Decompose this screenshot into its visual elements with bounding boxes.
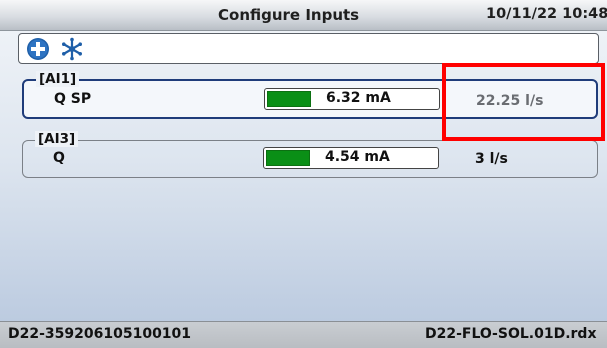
current-bar: 4.54 mA bbox=[263, 147, 439, 169]
page-title: Configure Inputs bbox=[218, 6, 360, 24]
main-panel: [AI1] Q SP 6.32 mA 22.25 l/s [AI3] Q 4.5… bbox=[0, 31, 607, 321]
channel-label: [AI1] bbox=[36, 71, 80, 87]
network-button[interactable] bbox=[60, 37, 84, 61]
asterisk-network-icon bbox=[62, 37, 82, 61]
input-name: Q SP bbox=[54, 91, 92, 107]
current-value: 6.32 mA bbox=[326, 90, 391, 106]
channel-label: [AI3] bbox=[35, 131, 79, 147]
plus-circle-icon bbox=[27, 38, 49, 60]
serial-number: D22-359206105100101 bbox=[8, 326, 192, 342]
config-file-name: D22-FLO-SOL.01D.rdx bbox=[425, 326, 597, 342]
current-bar: 6.32 mA bbox=[264, 88, 440, 110]
engineering-value: 22.25 l/s bbox=[476, 93, 544, 109]
input-row-ai3[interactable]: [AI3] Q 4.54 mA 3 l/s bbox=[22, 131, 598, 178]
title-bar: Configure Inputs 10/11/22 10:48 bbox=[0, 0, 607, 31]
input-row-ai1[interactable]: [AI1] Q SP 6.32 mA 22.25 l/s bbox=[22, 71, 598, 119]
input-name: Q bbox=[53, 150, 65, 166]
datetime-display: 10/11/22 10:48 bbox=[486, 6, 607, 22]
current-bar-fill bbox=[266, 150, 310, 166]
current-value: 4.54 mA bbox=[325, 149, 390, 165]
engineering-value: 3 l/s bbox=[475, 151, 508, 167]
toolbar bbox=[18, 33, 599, 64]
add-input-button[interactable] bbox=[26, 37, 50, 61]
status-bar: D22-359206105100101 D22-FLO-SOL.01D.rdx bbox=[0, 321, 607, 348]
current-bar-fill bbox=[267, 91, 311, 107]
